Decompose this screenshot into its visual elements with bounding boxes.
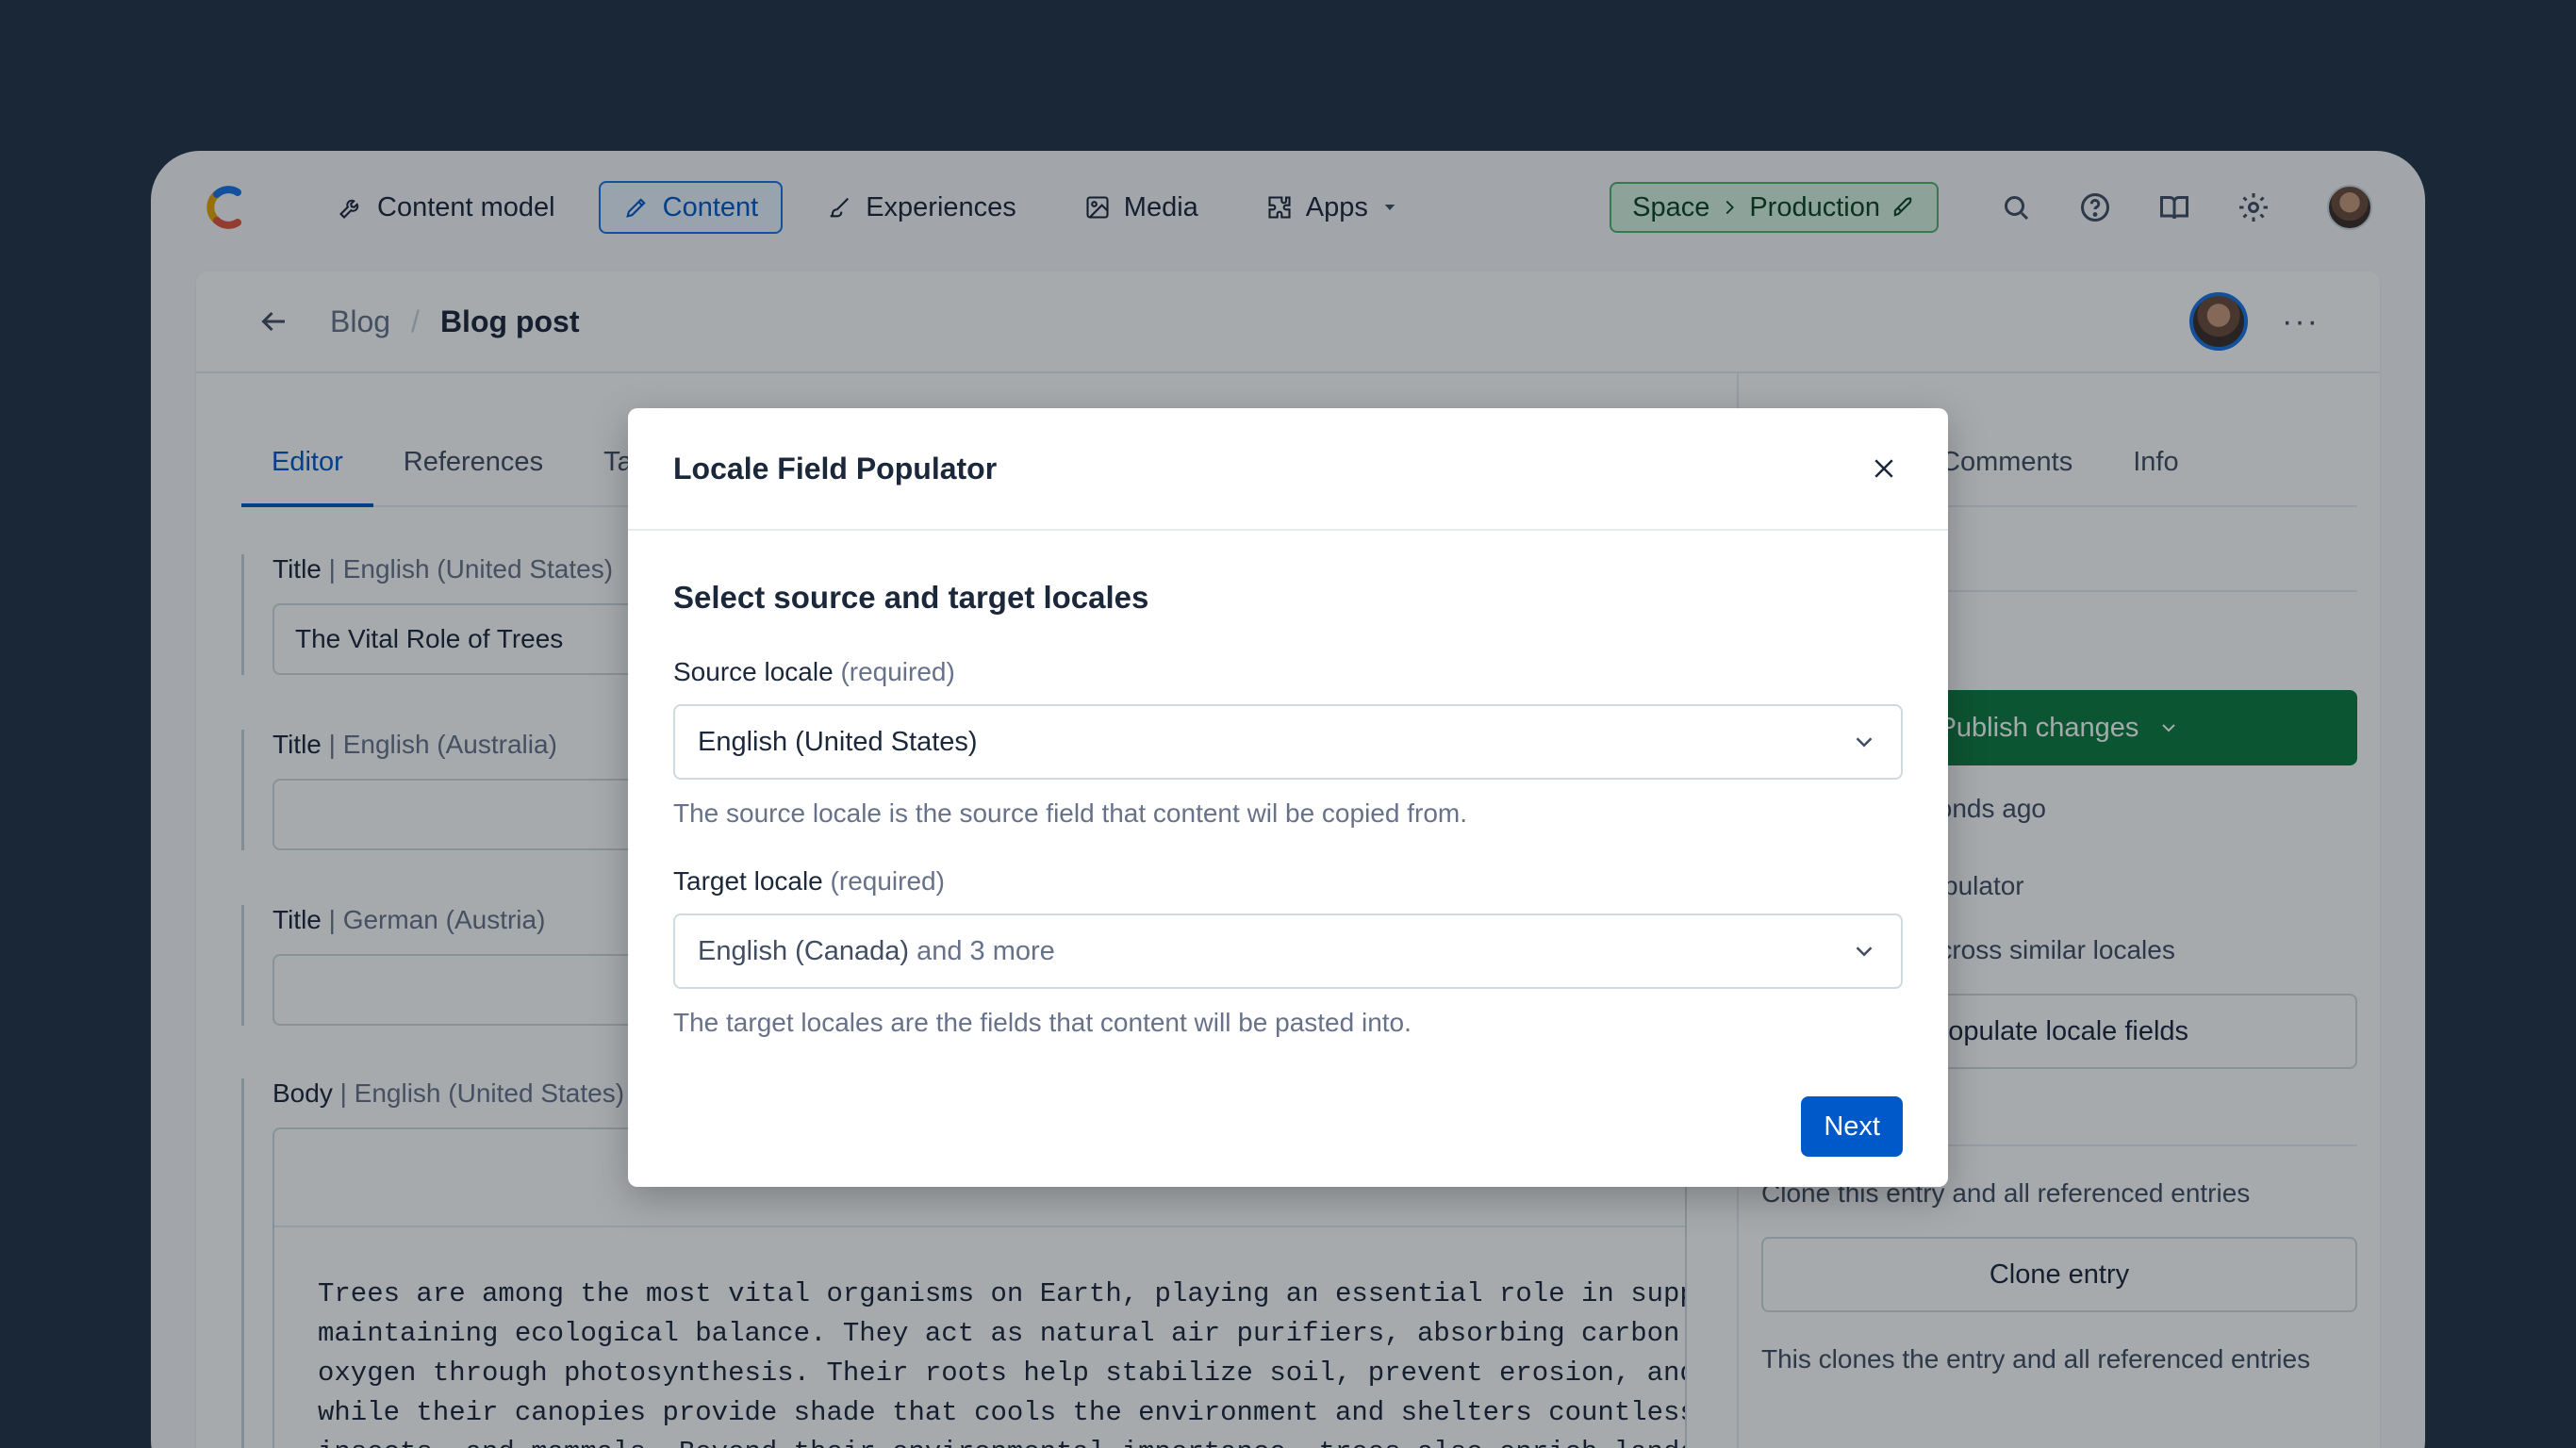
target-locale-more: and 3 more [916, 935, 1055, 966]
chevron-down-icon [1856, 946, 1873, 957]
target-locale-label-text: Target locale [673, 866, 823, 896]
chevron-down-icon [1856, 737, 1873, 748]
required-hint: (required) [840, 657, 955, 686]
source-locale-value: English (United States) [698, 726, 978, 757]
target-locale-value: English (Canada) [698, 935, 910, 966]
close-icon [1874, 459, 1893, 478]
required-hint: (required) [830, 866, 945, 896]
source-locale-select[interactable]: English (United States) [673, 704, 1903, 780]
modal-footer: Next [1801, 1096, 1903, 1157]
modal-header: Locale Field Populator [628, 408, 1948, 531]
modal-body: Select source and target locales Source … [628, 531, 1948, 1038]
target-locale-value-wrap: English (Canada) and 3 more [698, 936, 1850, 967]
target-locale-help: The target locales are the fields that c… [673, 1008, 1412, 1037]
modal-title: Locale Field Populator [673, 451, 998, 485]
locale-field-populator-dialog: Locale Field Populator Select source and… [628, 408, 1948, 1187]
next-button[interactable]: Next [1801, 1096, 1903, 1157]
source-locale-label-text: Source locale [673, 657, 834, 686]
target-locale-select[interactable]: English (Canada) and 3 more [673, 913, 1903, 989]
source-locale-help: The source locale is the source field th… [673, 798, 1467, 828]
close-button[interactable] [1865, 450, 1903, 487]
source-locale-label: Source locale (required) [673, 657, 1903, 687]
target-locale-label: Target locale (required) [673, 866, 1903, 897]
modal-section-heading: Select source and target locales [673, 580, 1149, 615]
